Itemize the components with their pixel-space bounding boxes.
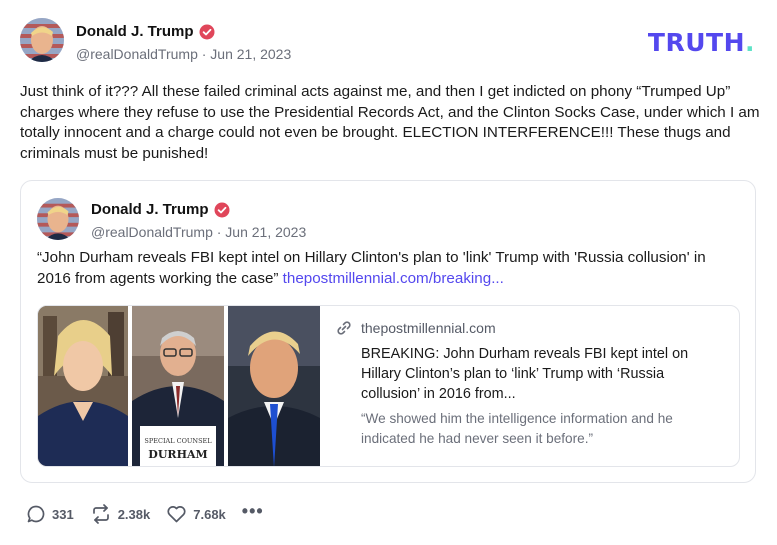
quoted-author-names: Donald J. Trump @realDonaldTrump · Jun 2…	[91, 198, 306, 240]
quoted-post[interactable]: Donald J. Trump @realDonaldTrump · Jun 2…	[20, 180, 756, 483]
quoted-post-header: Donald J. Trump @realDonaldTrump · Jun 2…	[37, 198, 306, 240]
truth-social-logo[interactable]: TRUTH.	[648, 28, 755, 57]
retruth-button[interactable]: 2.38k	[90, 504, 151, 524]
quoted-author-name-row[interactable]: Donald J. Trump	[91, 201, 230, 218]
like-count: 7.68k	[193, 506, 226, 522]
reply-count: 331	[52, 506, 74, 522]
speech-bubble-icon	[27, 505, 45, 523]
heart-icon	[167, 506, 186, 523]
quoted-author-handle-date[interactable]: @realDonaldTrump · Jun 21, 2023	[91, 224, 306, 240]
quoted-author-display-name[interactable]: Donald J. Trump	[91, 201, 209, 218]
logo-text: TRUTH	[647, 28, 745, 57]
preview-photo-durham: SPECIAL COUNSEL DURHAM	[132, 306, 224, 466]
author-names: Donald J. Trump @realDonaldTrump · Jun 2…	[76, 18, 291, 62]
ellipsis-icon[interactable]: •••	[242, 501, 264, 522]
truth-post: Donald J. Trump @realDonaldTrump · Jun 2…	[0, 0, 777, 545]
post-actions: 331 2.38k 7.68k •••	[26, 501, 264, 524]
author-handle-date[interactable]: @realDonaldTrump · Jun 21, 2023	[76, 46, 291, 62]
author-name-row[interactable]: Donald J. Trump	[76, 23, 215, 40]
link-preview-card[interactable]: SPECIAL COUNSEL DURHAM thepostmillennial…	[37, 305, 740, 467]
link-preview-domain: thepostmillennial.com	[361, 320, 496, 336]
post-text: Just think of it??? All these failed cri…	[20, 83, 760, 162]
quoted-author-avatar[interactable]	[37, 198, 79, 240]
link-preview-body: thepostmillennial.com BREAKING: John Dur…	[336, 320, 726, 449]
quoted-post-link[interactable]: thepostmillennial.com/breaking...	[283, 270, 504, 287]
reply-button[interactable]: 331	[26, 504, 74, 524]
quoted-post-text: “John Durham reveals FBI kept intel on H…	[37, 248, 741, 289]
preview-photo-trump	[228, 306, 320, 466]
author-avatar[interactable]	[20, 18, 64, 62]
like-button[interactable]: 7.68k	[166, 504, 226, 524]
post-header: Donald J. Trump @realDonaldTrump · Jun 2…	[20, 18, 291, 62]
placard-line-2: DURHAM	[148, 448, 207, 461]
author-display-name[interactable]: Donald J. Trump	[76, 23, 194, 40]
verified-badge-icon	[214, 202, 230, 218]
verified-badge-icon	[199, 24, 215, 40]
retruth-count: 2.38k	[117, 506, 151, 522]
link-chain-icon	[336, 320, 352, 336]
link-preview-title: BREAKING: John Durham reveals FBI kept i…	[361, 346, 689, 402]
logo-dot: .	[745, 28, 755, 57]
link-preview-domain-row: thepostmillennial.com	[336, 320, 726, 336]
link-preview-image: SPECIAL COUNSEL DURHAM	[38, 306, 320, 466]
link-preview-description: “We showed him the intelligence informat…	[361, 411, 673, 446]
repost-arrows-icon	[92, 504, 109, 524]
preview-photo-clinton	[38, 306, 128, 466]
placard-line-1: SPECIAL COUNSEL	[144, 437, 212, 445]
